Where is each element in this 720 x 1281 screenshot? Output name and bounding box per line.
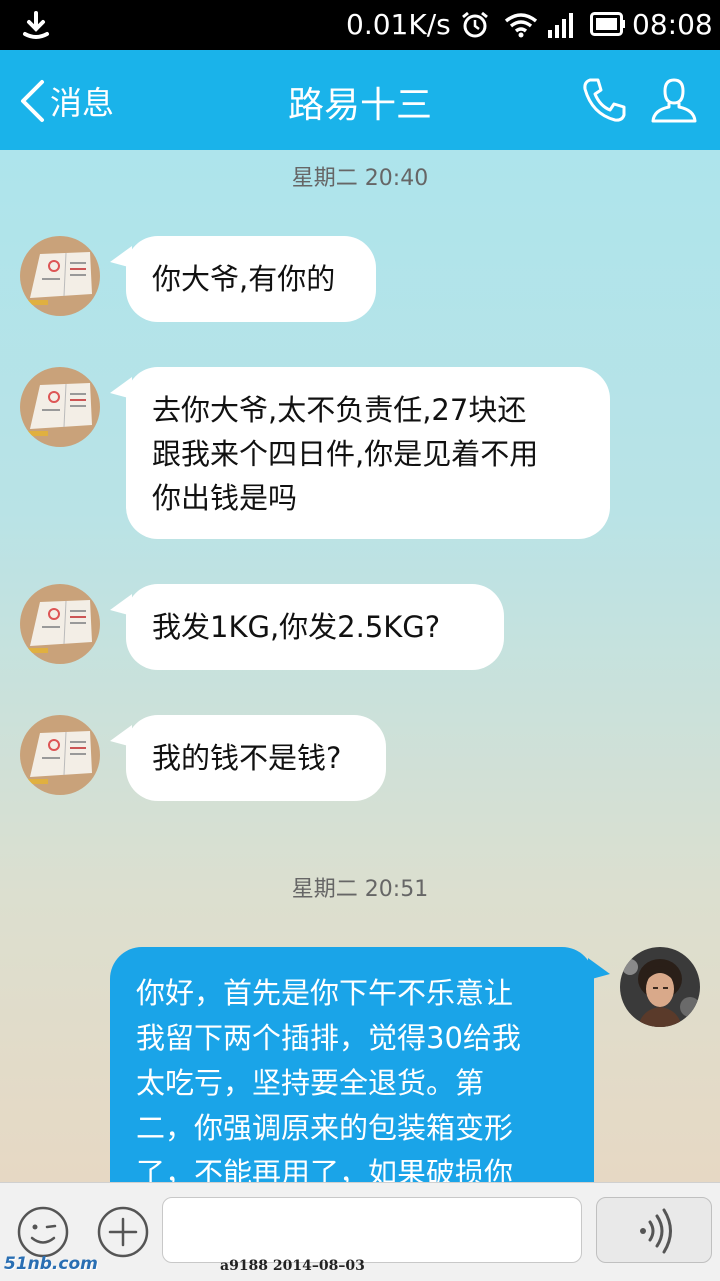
plus-icon[interactable]	[96, 1205, 150, 1259]
incoming-message[interactable]: 去你大爷,太不负责任,27块还 跟我来个四日件,你是见着不用 你出钱是吗	[126, 367, 610, 539]
battery-icon	[590, 12, 625, 36]
watermark-logo: 51nb.com	[4, 1254, 98, 1274]
message-text: 二，你强调原来的包装箱变形	[136, 1111, 514, 1145]
outgoing-message[interactable]: 你好，首先是你下午不乐意让 我留下两个插排，觉得30给我 太吃亏，坚持要全退货。…	[110, 947, 594, 1207]
contact-avatar[interactable]	[20, 367, 100, 447]
message-timestamp: 星期二 20:51	[291, 877, 429, 902]
alarm-icon	[462, 11, 488, 38]
contact-avatar[interactable]	[20, 715, 100, 795]
message-text: 我的钱不是钱?	[152, 741, 342, 775]
status-bar: 0.01K/s 08:08	[0, 0, 720, 50]
message-text: 跟我来个四日件,你是见着不用	[152, 437, 539, 471]
contact-avatar[interactable]	[20, 584, 100, 664]
net-speed: 0.01K/s	[346, 8, 451, 41]
message-text: 我留下两个插排，觉得30给我	[136, 1021, 521, 1055]
wifi-icon	[504, 13, 538, 38]
signal-icon	[548, 13, 573, 38]
message-text: 你出钱是吗	[152, 481, 298, 515]
bubble-tail	[588, 958, 610, 980]
contact-icon[interactable]	[650, 76, 698, 124]
emoji-icon[interactable]	[16, 1205, 70, 1259]
incoming-message[interactable]: 我的钱不是钱?	[126, 715, 386, 801]
phone-icon[interactable]	[580, 76, 628, 124]
incoming-message[interactable]: 我发1KG,你发2.5KG?	[126, 584, 504, 670]
download-icon	[23, 11, 49, 39]
message-text: 你大爷,有你的	[152, 262, 336, 296]
clock: 08:08	[632, 8, 713, 41]
watermark-text: a9188 2014–08–03	[220, 1258, 365, 1274]
message-text: 我发1KG,你发2.5KG?	[152, 610, 441, 644]
incoming-message[interactable]: 你大爷,有你的	[126, 236, 376, 322]
message-input[interactable]	[162, 1197, 582, 1263]
my-avatar[interactable]	[620, 947, 700, 1027]
message-text: 太吃亏，坚持要全退货。第	[136, 1066, 485, 1100]
message-timestamp: 星期二 20:40	[291, 166, 429, 191]
message-text: 去你大爷,太不负责任,27块还	[152, 393, 527, 427]
message-text: 你好，首先是你下午不乐意让	[136, 976, 514, 1010]
voice-button[interactable]	[596, 1197, 712, 1263]
chat-header: 消息 路易十三	[0, 50, 720, 150]
voice-icon	[640, 1208, 672, 1254]
contact-avatar[interactable]	[20, 236, 100, 316]
